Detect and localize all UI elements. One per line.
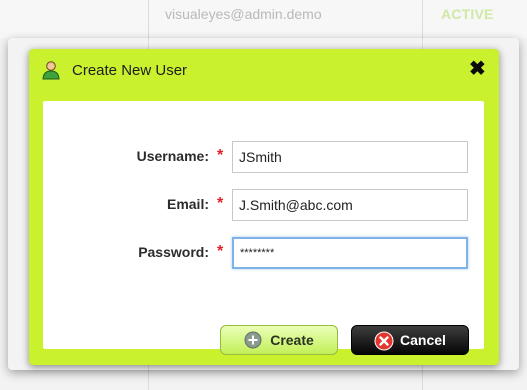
password-required-marker: * [217, 243, 224, 260]
close-icon[interactable]: ✖ [469, 59, 486, 79]
background-email: visualeyes@admin.demo [165, 6, 322, 22]
email-label: Email: [166, 196, 209, 212]
user-icon [42, 60, 60, 80]
background-row: visualeyes@admin.demo ACTIVE [0, 0, 527, 38]
cancel-button-label: Cancel [400, 332, 446, 348]
username-label: Username: [136, 148, 209, 164]
cancel-button[interactable]: Cancel [351, 325, 469, 355]
create-button-label: Create [270, 332, 314, 348]
email-input[interactable] [232, 189, 468, 221]
password-input[interactable] [232, 237, 468, 269]
background-status: ACTIVE [441, 6, 494, 22]
username-required-marker: * [217, 147, 224, 164]
dialog-title: Create New User [72, 62, 188, 79]
x-circle-icon [374, 331, 394, 351]
password-label: Password: [138, 244, 209, 260]
plus-circle-icon [244, 331, 262, 349]
create-button[interactable]: Create [220, 325, 338, 355]
create-user-dialog: Create New User ✖ Username: * Email: * P… [29, 49, 499, 365]
email-required-marker: * [217, 195, 224, 212]
username-input[interactable] [232, 141, 468, 173]
dialog-titlebar: Create New User ✖ [29, 49, 499, 93]
dialog-form: Username: * Email: * Password: * [43, 101, 484, 349]
